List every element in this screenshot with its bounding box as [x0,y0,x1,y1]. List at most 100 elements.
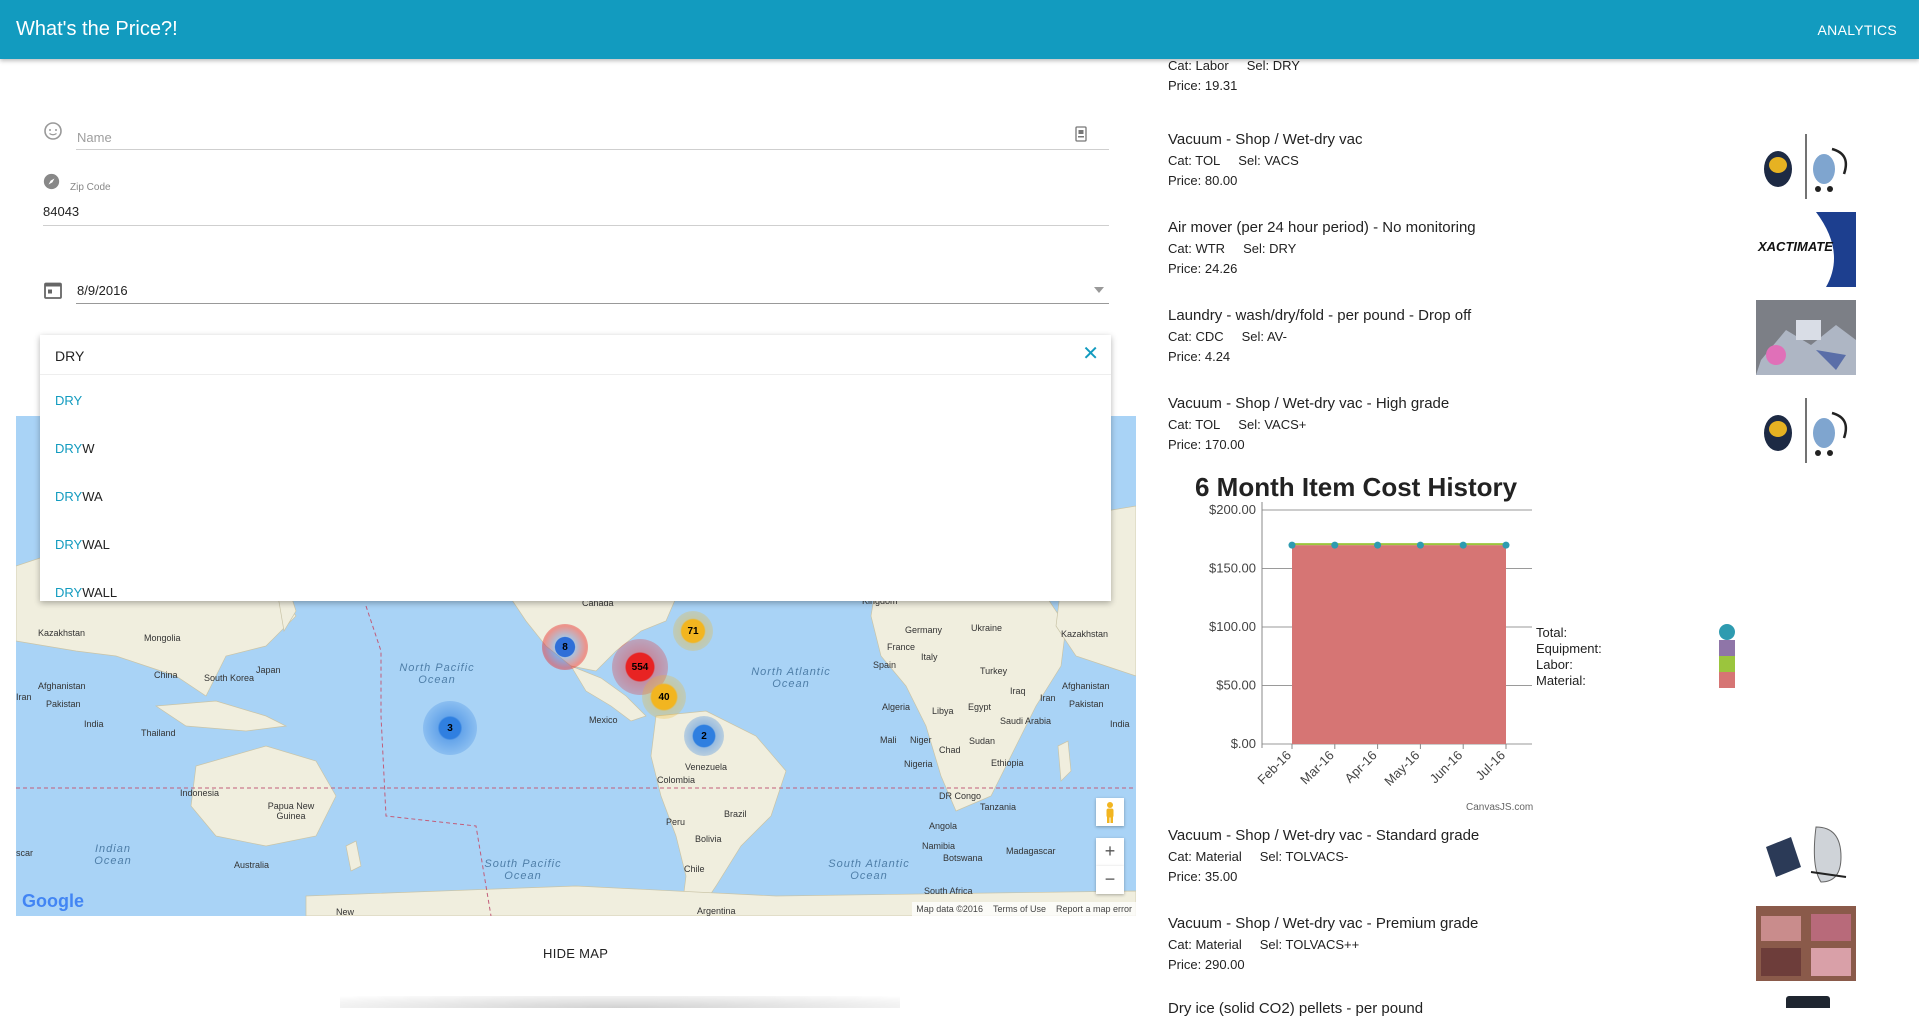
legend-swatch [1719,640,1735,656]
legend-swatches [1719,624,1735,688]
date-value: 8/9/2016 [77,283,128,298]
marker-cluster[interactable]: 8 [542,624,588,670]
dark-image [1786,996,1830,1008]
autocomplete-input[interactable]: DRY ✕ [40,335,1111,375]
x-tick-label: Jul-16 [1472,748,1508,784]
map-label: Kazakhstan [38,628,86,638]
chart-legend: Total: Equipment: Labor: Material: [1536,625,1602,689]
list-item[interactable]: Vacuum - Shop / Wet-dry vac - Premium gr… [1168,915,1858,972]
total-point [1374,541,1382,549]
map-label: China [154,670,178,680]
map-label: Iran [1040,693,1056,703]
item-name: Vacuum - Shop / Wet-dry vac - Premium gr… [1168,915,1479,932]
chart-credit: CanvasJS.com [1466,802,1534,813]
zoom-out-button[interactable]: − [1096,866,1124,894]
x-tick-label: May-16 [1381,748,1422,789]
total-point [1288,541,1296,549]
list-item[interactable]: Cat: Labor Sel: DRY Price: 19.31 [1168,58,1858,93]
zip-code-field[interactable]: Zip Code 84043 [40,172,1109,226]
list-item[interactable]: Air mover (per 24 hour period) - No moni… [1168,219,1858,276]
map-label: Tanzania [980,802,1017,812]
compass-icon [43,173,60,190]
map-label: Australia [234,860,270,870]
map-label: Namibia [922,841,956,851]
autocomplete-option[interactable]: DRYWAL [40,519,1111,567]
map-label: Pakistan [46,699,81,709]
marker-cluster[interactable]: 71 [673,611,713,651]
marker-cluster[interactable]: 40 [642,675,686,719]
laundry-image [1756,300,1856,375]
furniture-image [1756,906,1856,981]
autocomplete-option[interactable]: DRY [40,375,1111,423]
list-item[interactable]: Laundry - wash/dry/fold - per pound - Dr… [1168,307,1858,364]
map-label: New [336,907,355,916]
map-label: India [1110,719,1130,729]
y-tick-label: $100.00 [1209,619,1256,634]
report-error-link[interactable]: Report a map error [1056,904,1132,914]
zoom-in-button[interactable]: + [1096,838,1124,866]
zip-code-label: Zip Code [70,182,111,193]
list-item[interactable]: Dry ice (solid CO2) pellets - per pound [1168,1000,1858,1017]
x-tick-label: Feb-16 [1254,748,1294,788]
y-tick-label: $50.00 [1216,678,1256,693]
map-label: Madagascar [1006,846,1056,856]
ocean-label: North Pacific Ocean [399,662,475,686]
analytics-link[interactable]: ANALYTICS [1818,22,1903,38]
autocomplete-option[interactable]: DRYWA [40,471,1111,519]
legend-swatch [1719,624,1735,640]
contact-card-icon[interactable] [1075,126,1087,142]
map-label: Iran [16,692,32,702]
close-icon[interactable]: ✕ [1082,344,1099,364]
terms-of-use-link[interactable]: Terms of Use [993,904,1046,914]
list-item[interactable]: Vacuum - Shop / Wet-dry vac - Standard g… [1168,827,1858,884]
autocomplete-dropdown[interactable]: DRY ✕ DRY DRYW DRYWA DRYWAL DRYWALL [40,335,1111,601]
cluster-count: 3 [447,722,453,734]
xactimate-logo: XACTIMATE [1756,212,1856,287]
google-logo: Google [22,891,84,911]
map-label: Afghanistan [1062,681,1110,691]
map-label: Ukraine [971,623,1003,633]
name-field[interactable]: Name [40,120,1109,150]
map-label: Saudi Arabia [1000,716,1052,726]
y-tick-label: $.00 [1231,736,1256,751]
x-tick-label: Apr-16 [1342,748,1380,786]
app-title: What's the Price?! [16,18,178,40]
date-field[interactable]: 8/9/2016 [40,280,1109,304]
map-label: Chad [939,745,961,755]
map-label: DR Congo [939,791,982,801]
marker-cluster[interactable]: 3 [423,701,477,755]
cluster-count: 8 [562,641,568,653]
y-tick-label: $150.00 [1209,561,1256,576]
legend-swatch [1719,656,1735,672]
list-item[interactable]: Vacuum - Shop / Wet-dry vac Cat: TOL Sel:… [1168,131,1858,188]
total-point [1459,541,1467,549]
legend-entry: Material: [1536,673,1586,688]
map-label: Iraq [1010,686,1026,696]
ocean-label: South Pacific Ocean [484,858,562,882]
marker-cluster[interactable]: 2 [684,716,724,756]
date-underline [76,303,1109,304]
area-material [1292,545,1506,744]
map-label: Libya [932,706,954,716]
ocean-label: South Atlantic Ocean [828,858,910,882]
autocomplete-option[interactable]: DRYW [40,423,1111,471]
face-icon [44,122,62,140]
list-item[interactable]: Vacuum - Shop / Wet-dry vac - High grade… [1168,395,1858,452]
cluster-count: 2 [701,730,707,742]
map-label: scar [16,848,34,858]
chevron-down-icon[interactable] [1094,287,1104,293]
name-placeholder: Name [77,130,112,145]
map-label: Bolivia [695,834,722,844]
autocomplete-option[interactable]: DRYWALL [40,567,1111,601]
app-bar: What's the Price?! ANALYTICS [0,0,1919,59]
street-view-pegman[interactable] [1096,798,1124,826]
autocomplete-query: DRY [55,348,85,364]
x-tick-label: Mar-16 [1297,748,1337,788]
legend-entry: Labor: [1536,657,1573,672]
pegman-icon [1106,802,1114,823]
scroll-shadow [340,996,900,1008]
map-label: Japan [256,665,281,675]
map-label: Peru [666,817,686,827]
ocean-label: North Atlantic Ocean [751,666,831,690]
hide-map-button[interactable]: HIDE MAP [543,946,608,961]
